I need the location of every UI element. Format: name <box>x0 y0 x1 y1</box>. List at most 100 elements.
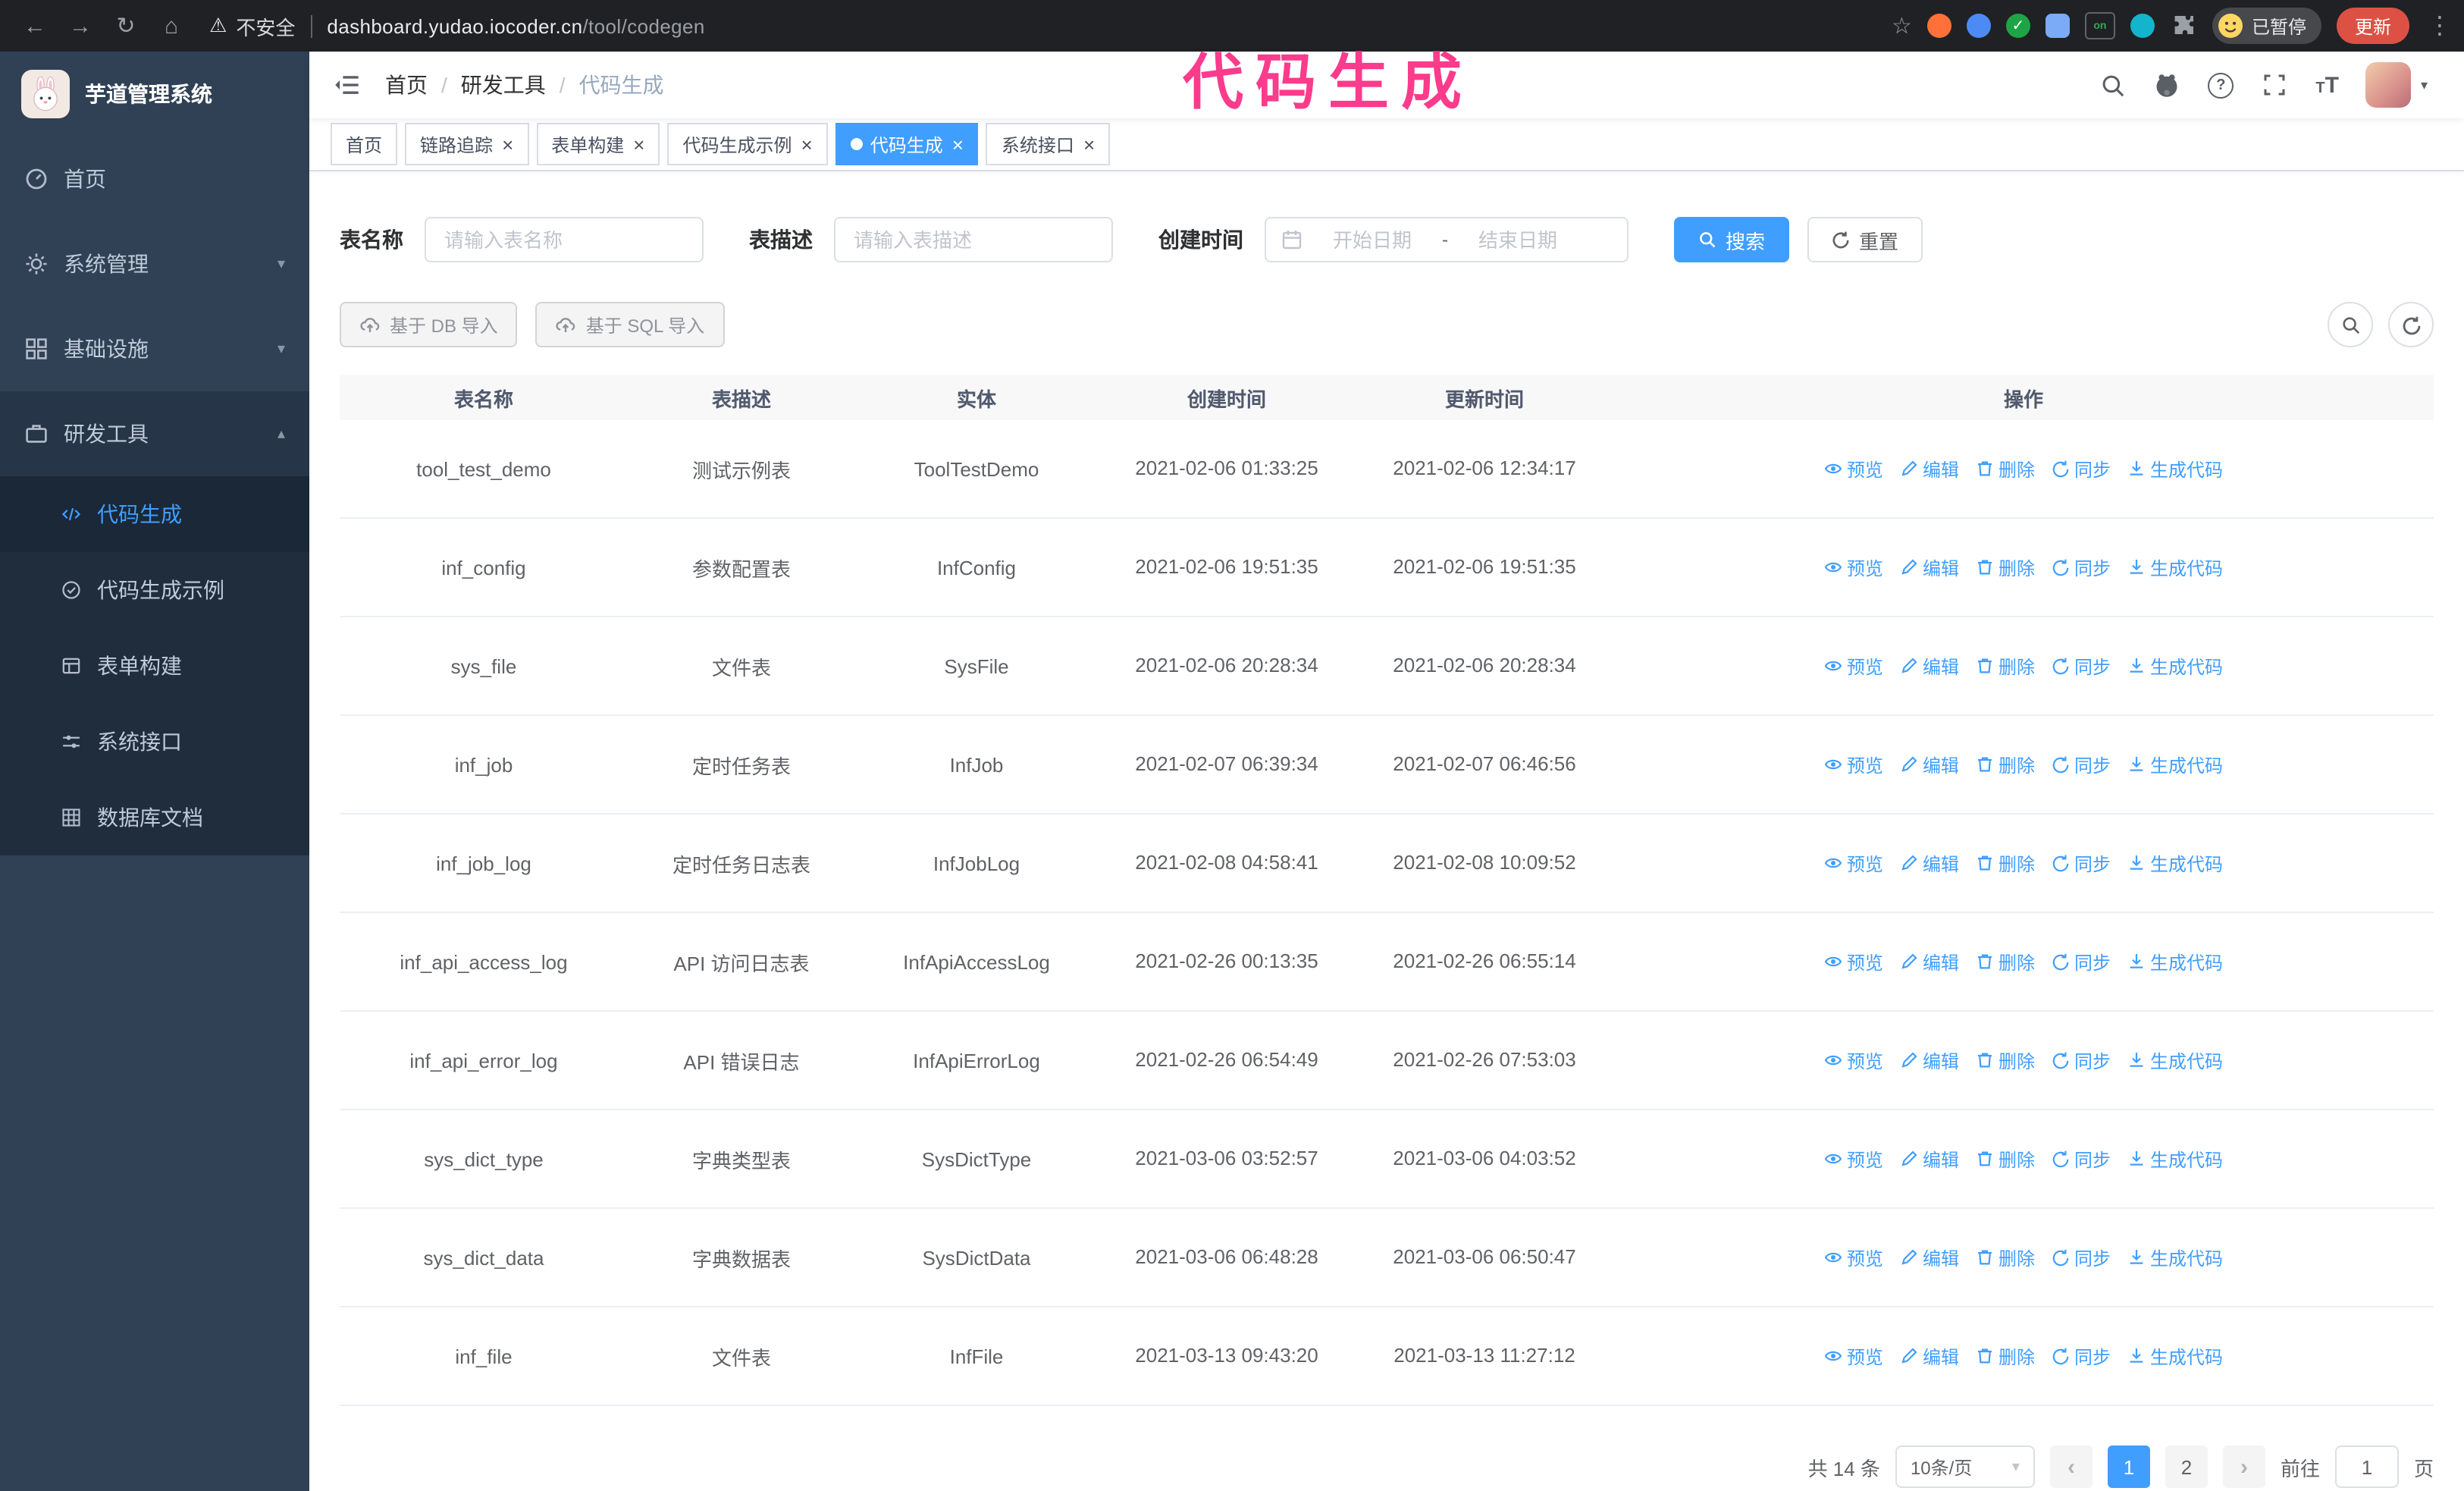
sidebar-item-system[interactable]: 系统管理 ▾ <box>0 221 309 306</box>
sidebar-item-home[interactable]: 首页 <box>0 137 309 221</box>
close-icon[interactable]: × <box>502 134 513 154</box>
tab-link-tracing[interactable]: 链路追踪 × <box>405 123 529 165</box>
preview-link[interactable]: 预览 <box>1824 949 1883 975</box>
breadcrumb-devtools[interactable]: 研发工具 <box>461 70 546 100</box>
reload-icon[interactable]: ↻ <box>106 6 146 46</box>
sync-link[interactable]: 同步 <box>2052 1146 2111 1172</box>
bookmark-star-icon[interactable]: ☆ <box>1892 12 1912 39</box>
edit-link[interactable]: 编辑 <box>1900 1245 1959 1270</box>
tab-codegen-example[interactable]: 代码生成示例 × <box>667 123 828 165</box>
goto-page-input[interactable] <box>2334 1445 2399 1488</box>
generate-code-link[interactable]: 生成代码 <box>2127 653 2223 679</box>
sidebar-item-db-docs[interactable]: 数据库文档 <box>0 780 309 855</box>
address-bar[interactable]: dashboard.yudao.iocoder.cn/tool/codegen <box>327 14 704 37</box>
preview-link[interactable]: 预览 <box>1824 456 1883 482</box>
update-browser-button[interactable]: 更新 <box>2336 8 2409 44</box>
close-icon[interactable]: × <box>952 134 964 154</box>
preview-link[interactable]: 预览 <box>1824 1047 1883 1073</box>
generate-code-link[interactable]: 生成代码 <box>2127 1146 2223 1172</box>
user-menu[interactable]: ▾ <box>2365 62 2428 108</box>
sync-link[interactable]: 同步 <box>2052 1343 2111 1369</box>
security-chip[interactable]: ⚠ 不安全 <box>209 11 295 40</box>
page-button-1[interactable]: 1 <box>2107 1445 2150 1488</box>
date-range-picker[interactable]: - <box>1265 217 1629 262</box>
search-button[interactable]: 搜索 <box>1674 217 1790 262</box>
page-size-select[interactable]: 10条/页 ▾ <box>1895 1445 2035 1488</box>
sidebar-item-infra[interactable]: 基础设施 ▾ <box>0 306 309 391</box>
delete-link[interactable]: 删除 <box>1976 752 2035 777</box>
edit-link[interactable]: 编辑 <box>1900 653 1959 679</box>
extension-check-icon[interactable]: ✓ <box>2005 14 2030 38</box>
delete-link[interactable]: 删除 <box>1976 1343 2035 1369</box>
tab-form-builder[interactable]: 表单构建 × <box>536 123 660 165</box>
sync-link[interactable]: 同步 <box>2052 554 2111 580</box>
extension-icon[interactable] <box>2045 14 2070 38</box>
preview-link[interactable]: 预览 <box>1824 653 1883 679</box>
import-db-button[interactable]: 基于 DB 导入 <box>340 302 518 347</box>
search-icon[interactable] <box>2099 71 2126 99</box>
home-icon[interactable]: ⌂ <box>152 6 191 46</box>
generate-code-link[interactable]: 生成代码 <box>2127 1343 2223 1369</box>
close-icon[interactable]: × <box>1083 134 1095 154</box>
sync-link[interactable]: 同步 <box>2052 752 2111 777</box>
extensions-puzzle-icon[interactable] <box>2170 12 2197 39</box>
tab-codegen[interactable]: 代码生成 × <box>835 123 979 165</box>
preview-link[interactable]: 预览 <box>1824 1245 1883 1270</box>
sync-link[interactable]: 同步 <box>2052 949 2111 975</box>
delete-link[interactable]: 删除 <box>1976 554 2035 580</box>
tab-home[interactable]: 首页 <box>331 123 398 165</box>
edit-link[interactable]: 编辑 <box>1900 850 1959 876</box>
close-icon[interactable]: × <box>633 134 644 154</box>
generate-code-link[interactable]: 生成代码 <box>2127 1047 2223 1073</box>
collapse-menu-icon[interactable] <box>334 71 361 99</box>
sync-link[interactable]: 同步 <box>2052 653 2111 679</box>
sidebar-item-codegen-example[interactable]: 代码生成示例 <box>0 552 309 628</box>
generate-code-link[interactable]: 生成代码 <box>2127 949 2223 975</box>
delete-link[interactable]: 删除 <box>1976 850 2035 876</box>
extension-icon[interactable] <box>1966 14 1991 38</box>
import-sql-button[interactable]: 基于 SQL 导入 <box>535 302 725 347</box>
sync-link[interactable]: 同步 <box>2052 1047 2111 1073</box>
sync-link[interactable]: 同步 <box>2052 456 2111 482</box>
tab-system-api[interactable]: 系统接口 × <box>986 123 1111 165</box>
extension-on-icon[interactable]: on <box>2084 12 2115 39</box>
reset-button[interactable]: 重置 <box>1807 217 1923 262</box>
end-date-input[interactable] <box>1457 227 1578 253</box>
edit-link[interactable]: 编辑 <box>1900 949 1959 975</box>
sidebar-item-system-api[interactable]: 系统接口 <box>0 704 309 780</box>
delete-link[interactable]: 删除 <box>1976 1047 2035 1073</box>
preview-link[interactable]: 预览 <box>1824 850 1883 876</box>
delete-link[interactable]: 删除 <box>1976 653 2035 679</box>
extension-icon[interactable] <box>2130 14 2155 38</box>
delete-link[interactable]: 删除 <box>1976 1245 2035 1270</box>
generate-code-link[interactable]: 生成代码 <box>2127 850 2223 876</box>
refresh-table-button[interactable] <box>2388 302 2434 347</box>
edit-link[interactable]: 编辑 <box>1900 554 1959 580</box>
browser-menu-icon[interactable]: ⋮ <box>2428 11 2452 41</box>
edit-link[interactable]: 编辑 <box>1900 1146 1959 1172</box>
preview-link[interactable]: 预览 <box>1824 554 1883 580</box>
table-name-input[interactable] <box>425 217 704 262</box>
page-button-2[interactable]: 2 <box>2165 1445 2208 1488</box>
sync-link[interactable]: 同步 <box>2052 850 2111 876</box>
font-size-icon[interactable]: TT <box>2315 74 2339 96</box>
fullscreen-icon[interactable] <box>2261 71 2288 99</box>
profile-chip[interactable]: 已暂停 <box>2212 8 2321 44</box>
forward-icon[interactable]: → <box>61 6 100 46</box>
edit-link[interactable]: 编辑 <box>1900 1047 1959 1073</box>
sidebar-item-devtools[interactable]: 研发工具 ▴ <box>0 391 309 476</box>
back-icon[interactable]: ← <box>15 6 55 46</box>
generate-code-link[interactable]: 生成代码 <box>2127 554 2223 580</box>
extension-icon[interactable] <box>1926 14 1951 38</box>
toggle-search-button[interactable] <box>2328 302 2373 347</box>
sidebar-item-form-builder[interactable]: 表单构建 <box>0 628 309 704</box>
generate-code-link[interactable]: 生成代码 <box>2127 752 2223 777</box>
sync-link[interactable]: 同步 <box>2052 1245 2111 1270</box>
delete-link[interactable]: 删除 <box>1976 949 2035 975</box>
preview-link[interactable]: 预览 <box>1824 1146 1883 1172</box>
delete-link[interactable]: 删除 <box>1976 1146 2035 1172</box>
github-icon[interactable] <box>2153 71 2180 99</box>
edit-link[interactable]: 编辑 <box>1900 752 1959 777</box>
preview-link[interactable]: 预览 <box>1824 1343 1883 1369</box>
sidebar-item-codegen[interactable]: 代码生成 <box>0 476 309 552</box>
